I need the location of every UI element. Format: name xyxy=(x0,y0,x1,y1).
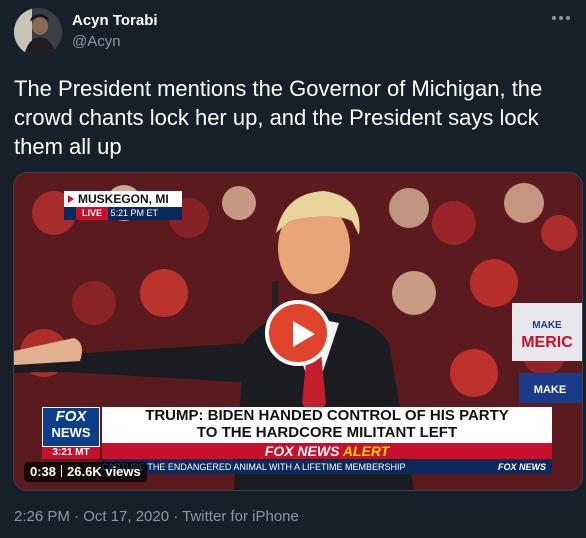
video-info-pill: 0:38 26.6K views xyxy=(24,462,147,482)
view-count: 26.6K views xyxy=(67,464,141,479)
chyron-headline: TRUMP: BIDEN HANDED CONTROL OF HIS PARTY… xyxy=(102,407,552,443)
headline-line-1: TRUMP: BIDEN HANDED CONTROL OF HIS PARTY xyxy=(145,407,509,424)
location-label: MUSKEGON, MI xyxy=(64,191,182,207)
tweet: Acyn Torabi @Acyn The President mentions… xyxy=(0,0,586,538)
tweet-timestamp[interactable]: 2:26 PM · Oct 17, 2020 · Twitter for iPh… xyxy=(14,508,299,525)
logo-line-2: NEWS xyxy=(51,425,91,440)
sign-text-2: MERIC xyxy=(521,334,573,351)
pill-divider xyxy=(61,465,63,477)
alert-prefix: FOX NEWS xyxy=(264,443,340,459)
channel-clock: 3:21 MT xyxy=(42,447,100,459)
video-duration: 0:38 xyxy=(30,464,57,479)
fox-news-logo: FOX NEWS xyxy=(42,407,100,447)
author-name[interactable]: Acyn Torabi xyxy=(72,12,158,29)
live-bar: LIVE 5:21 PM ET xyxy=(64,207,182,220)
location-bug: MUSKEGON, MI LIVE 5:21 PM ET xyxy=(64,191,182,221)
sign-text-1: MAKE xyxy=(532,320,562,331)
play-icon[interactable] xyxy=(265,300,331,366)
logo-line-1: FOX xyxy=(55,408,87,425)
ticker-text: CAPTURE THE ENDANGERED ANIMAL WITH A LIF… xyxy=(102,462,406,472)
news-ticker: CAPTURE THE ENDANGERED ANIMAL WITH A LIF… xyxy=(102,460,552,474)
video-player[interactable]: MAKE MERIC MAKE MUSKEGON, MI LIVE 5:21 P… xyxy=(13,172,583,491)
live-label: LIVE xyxy=(76,207,109,220)
tweet-text: The President mentions the Governor of M… xyxy=(14,76,543,159)
sign-text-3: MAKE xyxy=(534,384,566,396)
avatar[interactable] xyxy=(14,8,62,56)
ticker-brand: FOX NEWS xyxy=(497,462,546,472)
alert-word: ALERT xyxy=(342,443,390,459)
more-dots-icon[interactable] xyxy=(550,10,572,26)
live-time: 5:21 PM ET xyxy=(110,208,159,218)
author-handle[interactable]: @Acyn xyxy=(72,33,121,50)
alert-bar: FOX NEWS ALERT xyxy=(102,443,552,459)
headline-line-2: TO THE HARDCORE MILITANT LEFT xyxy=(196,424,458,441)
